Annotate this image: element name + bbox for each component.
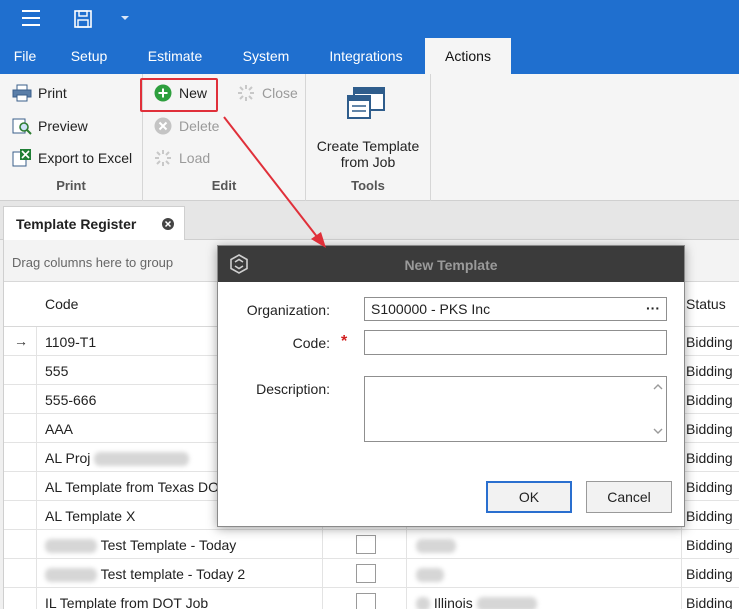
tab-integrations[interactable]: Integrations [310, 38, 422, 74]
status-cell[interactable]: Bidding [686, 421, 733, 437]
organization-field[interactable]: S100000 - PKS Inc ··· [364, 297, 667, 321]
organization-cell[interactable]: Illinois [416, 595, 537, 609]
code-text: Test template - Today 2 [100, 566, 246, 582]
table-row[interactable]: Test Template - Today Bidding [4, 530, 739, 559]
status-cell[interactable]: Bidding [686, 392, 733, 408]
table-row[interactable]: Test template - Today 2 Bidding [4, 559, 739, 588]
checkbox[interactable] [356, 564, 376, 583]
ok-button[interactable]: OK [486, 481, 572, 513]
cancel-button[interactable]: Cancel [586, 481, 672, 513]
edit-group-label: Edit [211, 178, 237, 193]
dialog-title-bar[interactable]: New Template [218, 246, 684, 282]
redacted-text [416, 539, 456, 554]
template-icon [347, 87, 385, 119]
status-cell[interactable]: Bidding [686, 479, 733, 495]
status-cell[interactable]: Bidding [686, 450, 733, 466]
organization-lookup-button[interactable]: ··· [646, 300, 660, 316]
redacted-text [416, 597, 430, 609]
close-icon[interactable] [162, 218, 174, 230]
tab-template-register[interactable]: Template Register [3, 206, 185, 240]
redacted-text [416, 568, 444, 583]
description-textarea[interactable] [364, 376, 667, 442]
code-label: Code: [292, 335, 330, 351]
delete-label: Delete [179, 118, 220, 134]
print-label: Print [38, 85, 67, 101]
organization-cell[interactable] [416, 566, 444, 583]
create-template-from-job-button[interactable]: Create Template from Job [306, 78, 430, 174]
code-cell[interactable]: AL Template from Texas DOT [45, 479, 228, 495]
printer-icon [12, 84, 32, 102]
hamburger-icon[interactable] [22, 10, 40, 26]
tab-setup[interactable]: Setup [54, 38, 124, 74]
code-cell[interactable]: AL Template X [45, 508, 135, 524]
spinner-icon [238, 85, 254, 101]
redacted-text [476, 597, 537, 609]
new-template-dialog: New Template Organization: S100000 - PKS… [217, 245, 685, 527]
code-text: Test Template - Today [100, 537, 237, 553]
delete-icon [154, 117, 172, 135]
excel-icon [12, 149, 31, 167]
code-cell[interactable]: AL Proj [45, 450, 190, 467]
ribbon-divider [430, 74, 431, 201]
tools-group-label: Tools [351, 178, 385, 193]
code-input[interactable] [364, 330, 667, 355]
organization-text: Illinois [433, 595, 473, 609]
code-cell[interactable]: 1109-T1 [45, 334, 96, 350]
chevron-up-icon[interactable] [653, 383, 663, 391]
status-cell[interactable]: Bidding [686, 334, 733, 350]
tab-system[interactable]: System [226, 38, 306, 74]
redacted-text [45, 539, 97, 554]
code-cell[interactable]: 555-666 [45, 392, 96, 408]
redacted-text [45, 568, 97, 583]
code-cell[interactable]: AAA [45, 421, 73, 437]
preview-label: Preview [38, 118, 88, 134]
description-scrollbar[interactable] [650, 377, 666, 441]
document-tab-label: Template Register [16, 216, 137, 232]
status-cell[interactable]: Bidding [686, 595, 733, 609]
chevron-down-icon[interactable] [653, 427, 663, 435]
code-cell[interactable]: Test Template - Today [45, 537, 237, 554]
organization-label: Organization: [246, 302, 330, 318]
checkbox[interactable] [356, 535, 376, 554]
current-row-indicator: → [14, 333, 28, 349]
code-text: AL Proj [45, 450, 91, 466]
code-cell[interactable]: IL Template from DOT Job [45, 595, 208, 609]
redacted-text [94, 452, 190, 467]
code-cell[interactable]: Test template - Today 2 [45, 566, 246, 583]
load-label: Load [179, 150, 211, 166]
plus-circle-icon [154, 84, 172, 102]
column-header-status[interactable]: Status [686, 296, 726, 312]
new-label: New [179, 85, 208, 101]
organization-cell[interactable] [416, 537, 456, 554]
status-cell[interactable]: Bidding [686, 537, 733, 553]
spinner-icon [155, 150, 171, 166]
status-cell[interactable]: Bidding [686, 363, 733, 379]
group-panel-text: Drag columns here to group [12, 255, 174, 270]
status-cell[interactable]: Bidding [686, 508, 733, 524]
tab-estimate[interactable]: Estimate [130, 38, 220, 74]
organization-value: S100000 - PKS Inc [371, 301, 491, 317]
code-cell[interactable]: 555 [45, 363, 68, 379]
close-label: Close [262, 85, 298, 101]
create-template-label: Create Template from Job [316, 138, 420, 170]
document-tab-strip: Template Register [0, 201, 739, 240]
description-label: Description: [256, 381, 330, 397]
chevron-down-icon[interactable] [120, 13, 130, 23]
required-indicator: * [341, 333, 348, 350]
save-icon[interactable] [73, 9, 93, 29]
table-row[interactable]: IL Template from DOT Job Illinois Biddin… [4, 588, 739, 609]
preview-icon [12, 118, 32, 135]
tab-file[interactable]: File [0, 38, 50, 74]
ribbon: Print Preview Export to Excel Print New [0, 74, 739, 201]
checkbox[interactable] [356, 593, 376, 609]
title-bar [0, 0, 739, 38]
tab-actions[interactable]: Actions [425, 38, 511, 74]
dialog-title: New Template [404, 257, 498, 273]
status-cell[interactable]: Bidding [686, 566, 733, 582]
export-label: Export to Excel [38, 150, 133, 166]
print-group-label: Print [56, 178, 86, 193]
column-header-code[interactable]: Code [45, 296, 78, 312]
ribbon-tabs: File Setup Estimate System Integrations … [0, 38, 739, 74]
